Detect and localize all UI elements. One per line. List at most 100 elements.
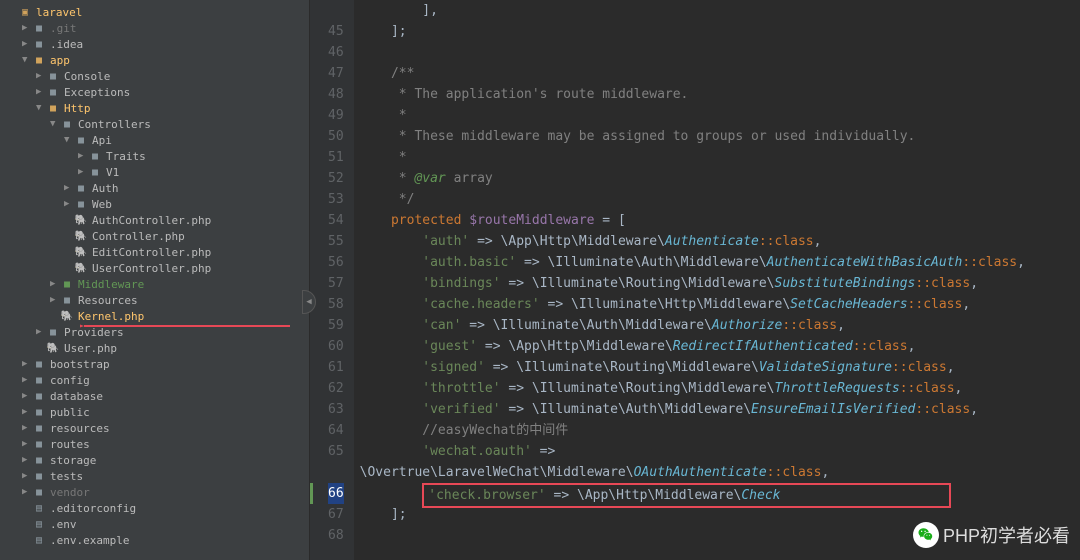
line-number: 54 [328, 210, 344, 231]
tree-item-Controllers[interactable]: ▼■Controllers [0, 116, 309, 132]
tree-item-public[interactable]: ▶■public [0, 404, 309, 420]
tree-label: Providers [64, 326, 124, 339]
code-line[interactable]: 'signed' => \Illuminate\Routing\Middlewa… [360, 357, 1080, 378]
file-icon: ▤ [32, 501, 46, 515]
code-line[interactable]: * These middleware may be assigned to gr… [360, 126, 1080, 147]
chevron-icon: ▶ [22, 39, 32, 49]
code-line[interactable]: 'check.browser' => \App\Http\Middleware\… [360, 483, 1080, 504]
code-line[interactable]: 'auth.basic' => \Illuminate\Auth\Middlew… [360, 252, 1080, 273]
tree-item-routes[interactable]: ▶■routes [0, 436, 309, 452]
tree-item-config[interactable]: ▶■config [0, 372, 309, 388]
tree-label: Web [92, 198, 112, 211]
code-line[interactable]: /** [360, 63, 1080, 84]
root-icon: ▣ [18, 5, 32, 19]
folder-open-icon: ■ [46, 101, 60, 115]
folder-icon: ■ [32, 37, 46, 51]
chevron-icon: ▼ [22, 55, 32, 65]
chevron-icon: ▶ [22, 23, 32, 33]
code-line[interactable]: ]; [360, 21, 1080, 42]
tree-item-Console[interactable]: ▶■Console [0, 68, 309, 84]
tree-item-laravel[interactable]: ▣laravel [0, 4, 309, 20]
code-line[interactable]: 'cache.headers' => \Illuminate\Http\Midd… [360, 294, 1080, 315]
tree-item-Http[interactable]: ▼■Http [0, 100, 309, 116]
tree-label: AuthController.php [92, 214, 211, 227]
folder-icon: ■ [32, 437, 46, 451]
tree-item--idea[interactable]: ▶■ .idea [0, 36, 309, 52]
code-line[interactable]: ], [360, 0, 1080, 21]
tree-label: Resources [78, 294, 138, 307]
tree-label: vendor [50, 486, 90, 499]
tree-item-User-php[interactable]: 🐘User.php [0, 340, 309, 356]
tree-item-vendor[interactable]: ▶■vendor [0, 484, 309, 500]
chevron-icon: ▶ [36, 327, 46, 337]
chevron-icon: ▶ [64, 183, 74, 193]
tree-label: Http [64, 102, 91, 115]
tree-item-Traits[interactable]: ▶■Traits [0, 148, 309, 164]
php-icon: 🐘 [46, 341, 60, 355]
code-line[interactable]: \Overtrue\LaravelWeChat\Middleware\OAuth… [360, 462, 1080, 483]
code-line[interactable]: 'bindings' => \Illuminate\Routing\Middle… [360, 273, 1080, 294]
code-line[interactable]: 'auth' => \App\Http\Middleware\Authentic… [360, 231, 1080, 252]
project-tree[interactable]: ▣laravel▶■.git▶■.idea▼■app▶■Console▶■Exc… [0, 0, 310, 560]
tree-item-app[interactable]: ▼■app [0, 52, 309, 68]
line-number: 48 [328, 84, 344, 105]
folder-icon: ■ [74, 133, 88, 147]
tree-item-Web[interactable]: ▶■Web [0, 196, 309, 212]
code-editor[interactable]: 4546474849505152535455565758596061626364… [310, 0, 1080, 560]
tree-item--editorconfig[interactable]: ▤.editorconfig [0, 500, 309, 516]
tree-item-UserController-php[interactable]: 🐘UserController.php [0, 260, 309, 276]
code-line[interactable]: 'can' => \Illuminate\Auth\Middleware\Aut… [360, 315, 1080, 336]
tree-label: .idea [50, 38, 83, 51]
tree-label: Exceptions [64, 86, 130, 99]
tree-item-EditController-php[interactable]: 🐘EditController.php [0, 244, 309, 260]
tree-item-storage[interactable]: ▶■storage [0, 452, 309, 468]
line-number: 53 [328, 189, 344, 210]
line-number: 65 [328, 441, 344, 462]
chevron-icon: ▼ [64, 135, 74, 145]
code-line[interactable]: //easyWechat的中间件 [360, 420, 1080, 441]
chevron-icon: ▼ [50, 119, 60, 129]
chevron-icon: ▶ [36, 71, 46, 81]
code-line[interactable]: 'wechat.oauth' => [360, 441, 1080, 462]
tree-item-Auth[interactable]: ▶■Auth [0, 180, 309, 196]
folder-icon: ■ [32, 405, 46, 419]
tree-item-Providers[interactable]: ▶■Providers [0, 324, 309, 340]
line-number: 66 [328, 483, 344, 504]
file-icon: ▤ [32, 517, 46, 531]
tree-item-Kernel-php[interactable]: 🐘Kernel.php [0, 308, 309, 324]
folder-icon: ■ [60, 117, 74, 131]
tree-item-bootstrap[interactable]: ▶■bootstrap [0, 356, 309, 372]
tree-item-AuthController-php[interactable]: 🐘AuthController.php [0, 212, 309, 228]
code-line[interactable]: 'verified' => \Illuminate\Auth\Middlewar… [360, 399, 1080, 420]
chevron-icon: ▶ [50, 279, 60, 289]
tree-label: tests [50, 470, 83, 483]
folder-icon: ■ [32, 421, 46, 435]
code-line[interactable]: * @var array [360, 168, 1080, 189]
code-line[interactable]: * The application's route middleware. [360, 84, 1080, 105]
code-line[interactable]: 'guest' => \App\Http\Middleware\Redirect… [360, 336, 1080, 357]
code-line[interactable]: 'throttle' => \Illuminate\Routing\Middle… [360, 378, 1080, 399]
tree-label: Traits [106, 150, 146, 163]
tree-item-tests[interactable]: ▶■tests [0, 468, 309, 484]
code-line[interactable]: * [360, 105, 1080, 126]
tree-item-Middleware[interactable]: ▶■Middleware [0, 276, 309, 292]
code-line[interactable]: * [360, 147, 1080, 168]
line-number: 59 [328, 315, 344, 336]
code-line[interactable]: protected $routeMiddleware = [ [360, 210, 1080, 231]
code-line[interactable]: */ [360, 189, 1080, 210]
tree-item-Controller-php[interactable]: 🐘Controller.php [0, 228, 309, 244]
chevron-icon: ▶ [22, 487, 32, 497]
code-area[interactable]: ], ]; /** * The application's route midd… [354, 0, 1080, 560]
tree-item-Api[interactable]: ▼■Api [0, 132, 309, 148]
tree-item-resources[interactable]: ▶■resources [0, 420, 309, 436]
tree-item-Exceptions[interactable]: ▶■Exceptions [0, 84, 309, 100]
tree-item--git[interactable]: ▶■.git [0, 20, 309, 36]
tree-item-V1[interactable]: ▶■V1 [0, 164, 309, 180]
tree-label: Kernel.php [78, 310, 144, 323]
tree-item-Resources[interactable]: ▶■Resources [0, 292, 309, 308]
line-number: 61 [328, 357, 344, 378]
tree-item--env[interactable]: ▤.env [0, 516, 309, 532]
code-line[interactable] [360, 42, 1080, 63]
tree-item--env-example[interactable]: ▤.env.example [0, 532, 309, 548]
tree-item-database[interactable]: ▶■database [0, 388, 309, 404]
